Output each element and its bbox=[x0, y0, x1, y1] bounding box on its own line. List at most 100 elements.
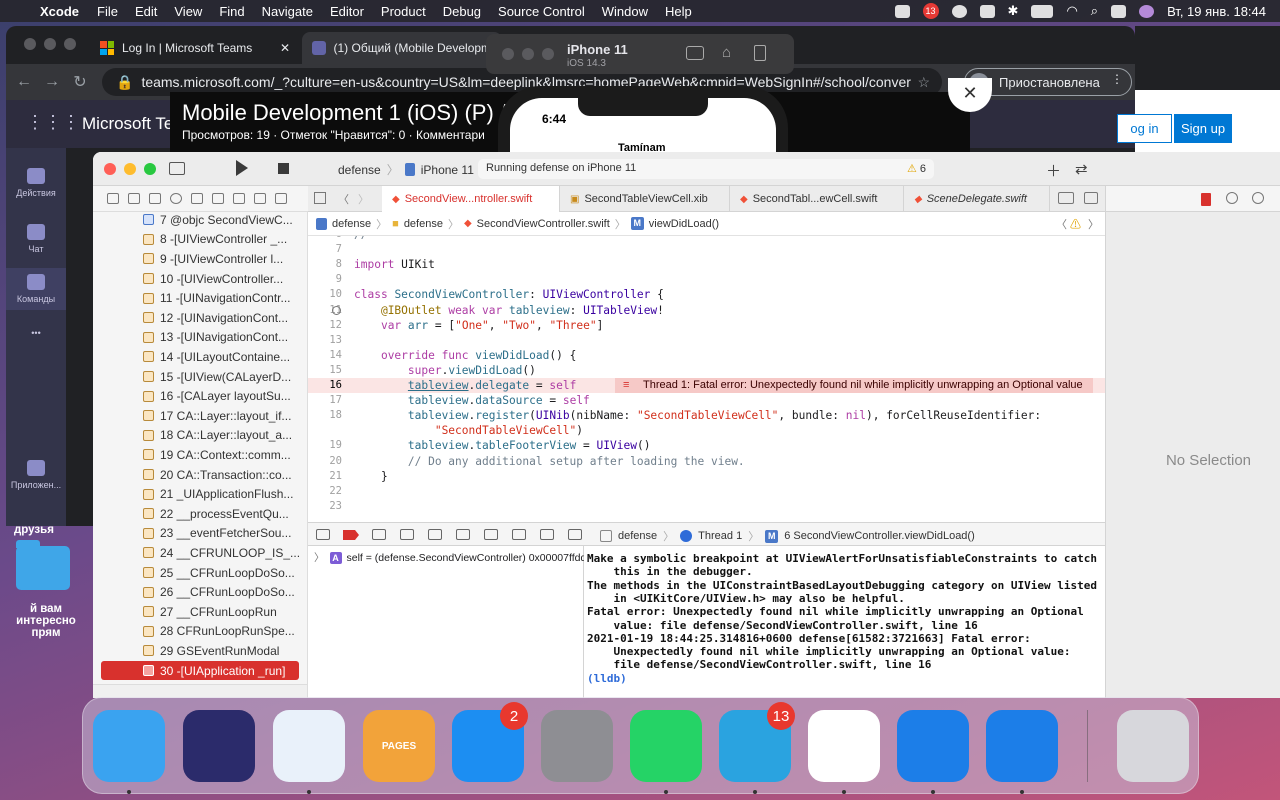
play-status-icon[interactable] bbox=[951, 4, 967, 18]
source-control-nav-icon[interactable] bbox=[128, 193, 140, 204]
editor-tab-scenedelegate[interactable]: ◆ SceneDelegate.swift bbox=[904, 186, 1050, 212]
line-number[interactable]: 13 bbox=[308, 333, 342, 348]
font-status-icon[interactable] bbox=[979, 4, 995, 18]
stack-frame-row[interactable]: 20 CA::Transaction::co... bbox=[93, 465, 307, 485]
desktop-label-folder[interactable]: й вам интересно прям bbox=[0, 603, 92, 639]
source-editor[interactable]: 6 // 78 import UIKit 910 class SecondViewCont… bbox=[308, 236, 1105, 522]
control-center-icon[interactable] bbox=[1111, 4, 1127, 18]
line-number[interactable]: 9 bbox=[308, 272, 342, 287]
jump-file[interactable]: SecondViewController.swift bbox=[477, 218, 610, 230]
grid-icon[interactable] bbox=[314, 192, 326, 204]
line-number[interactable]: 20 bbox=[308, 454, 342, 469]
stack-frame-row[interactable]: 27 __CFRunLoopRun bbox=[93, 602, 307, 622]
variable-row[interactable]: 〉 A self = (defense.SecondViewController… bbox=[314, 550, 595, 565]
stack-frame-row[interactable]: 30 -[UIApplication _run] bbox=[101, 660, 299, 681]
stop-button[interactable] bbox=[278, 163, 289, 174]
jump-project[interactable]: defense bbox=[332, 218, 371, 230]
code-line[interactable]: "SecondTableViewCell") bbox=[308, 423, 1105, 438]
add-icon[interactable]: ＋ bbox=[1046, 160, 1061, 181]
close-tab-icon[interactable]: ✕ bbox=[280, 41, 290, 55]
nav-forward-icon[interactable]: 〉 bbox=[358, 191, 369, 207]
code-line[interactable]: 20 // Do any additional setup after load… bbox=[308, 454, 1105, 469]
menu-editor[interactable]: Editor bbox=[330, 4, 364, 19]
line-number[interactable]: 10 bbox=[308, 287, 342, 302]
hide-debug-area-icon[interactable] bbox=[316, 529, 330, 540]
browser-tab-teams-general[interactable]: (1) Общий (Mobile Developme bbox=[302, 32, 502, 64]
editor-tab-xib[interactable]: ▣ SecondTableViewCell.xib bbox=[560, 186, 730, 212]
menu-find[interactable]: Find bbox=[219, 4, 244, 19]
code-line[interactable]: 13 bbox=[308, 333, 1105, 348]
teams-nav-teams[interactable]: Команды bbox=[6, 268, 66, 310]
step-into-icon[interactable] bbox=[428, 529, 442, 540]
console-output[interactable]: Make a symbolic breakpoint at UIViewAler… bbox=[584, 546, 1105, 698]
symbol-nav-icon[interactable] bbox=[149, 193, 161, 204]
error-annotation[interactable]: Thread 1: Fatal error: Unexpectedly foun… bbox=[615, 378, 1093, 393]
report-nav-icon[interactable] bbox=[275, 193, 287, 204]
line-number[interactable]: 12 bbox=[308, 318, 342, 333]
stack-frame-row[interactable]: 18 CA::Layer::layout_a... bbox=[93, 426, 307, 446]
editor-options-icon[interactable] bbox=[1058, 192, 1074, 204]
debug-frame[interactable]: 6 SecondViewController.viewDidLoad() bbox=[784, 530, 975, 542]
menu-navigate[interactable]: Navigate bbox=[262, 4, 313, 19]
menu-edit[interactable]: Edit bbox=[135, 4, 157, 19]
code-line[interactable]: 6 // bbox=[308, 236, 1105, 242]
stack-frame-row[interactable]: 28 CFRunLoopRunSpe... bbox=[93, 622, 307, 642]
line-number[interactable]: 23 bbox=[308, 499, 342, 514]
quick-help-icon[interactable] bbox=[1252, 192, 1264, 204]
view-debugger-icon[interactable] bbox=[484, 529, 498, 540]
issue-nav-prev-icon[interactable]: 〈 ⚠ bbox=[1056, 216, 1081, 232]
split-editor-icon[interactable] bbox=[1084, 192, 1098, 204]
stack-frame-row[interactable]: 22 __processEventQu... bbox=[93, 504, 307, 524]
warnings-indicator[interactable]: ⚠ 6 bbox=[907, 162, 926, 175]
line-number[interactable]: 17 bbox=[308, 393, 342, 408]
stack-frame-row[interactable]: 10 -[UIViewController... bbox=[93, 269, 307, 289]
forward-icon[interactable]: → bbox=[38, 73, 66, 91]
disclosure-icon[interactable]: 〉 bbox=[314, 550, 325, 565]
menu-product[interactable]: Product bbox=[381, 4, 426, 19]
line-number[interactable]: 22 bbox=[308, 484, 342, 499]
trash-icon[interactable] bbox=[1117, 710, 1189, 782]
stack-frame-row[interactable]: 12 -[UINavigationCont... bbox=[93, 308, 307, 328]
back-icon[interactable]: ← bbox=[10, 73, 38, 91]
stack-frame-row[interactable]: 17 CA::Layer::layout_if... bbox=[93, 406, 307, 426]
debug-thread[interactable]: Thread 1 bbox=[698, 530, 742, 542]
stack-frame-row[interactable]: 19 CA::Context::comm... bbox=[93, 445, 307, 465]
memory-graph-icon[interactable] bbox=[512, 529, 526, 540]
outlet-connection-icon[interactable] bbox=[332, 305, 341, 315]
menu-source-control[interactable]: Source Control bbox=[498, 4, 585, 19]
step-out-icon[interactable] bbox=[456, 529, 470, 540]
stack-frame-row[interactable]: 26 __CFRunLoopDoSo... bbox=[93, 582, 307, 602]
continue-icon[interactable] bbox=[372, 529, 386, 540]
find-nav-icon[interactable] bbox=[170, 193, 182, 204]
signup-button[interactable]: Sign up bbox=[1174, 114, 1232, 143]
menu-debug[interactable]: Debug bbox=[443, 4, 481, 19]
xcode-window-controls[interactable] bbox=[104, 163, 156, 175]
teams-nav-chat[interactable]: Чат bbox=[6, 224, 66, 254]
search-icon[interactable]: ⌕ bbox=[1091, 3, 1098, 19]
menu-file[interactable]: File bbox=[97, 4, 118, 19]
breakpoints-toggle-icon[interactable] bbox=[343, 530, 359, 540]
teams-nav-apps[interactable]: Приложен... bbox=[6, 460, 66, 490]
line-number[interactable]: 7 bbox=[308, 242, 342, 257]
simulator-icon[interactable] bbox=[986, 710, 1058, 782]
code-line[interactable]: 7 bbox=[308, 242, 1105, 257]
code-line[interactable]: 11 @IBOutlet weak var tableview: UITable… bbox=[308, 303, 1105, 318]
code-line[interactable]: 10 class SecondViewController: UIViewCont… bbox=[308, 287, 1105, 302]
settings-icon[interactable] bbox=[541, 710, 613, 782]
stack-frame-row[interactable]: 25 __CFRunLoopDoSo... bbox=[93, 563, 307, 583]
safari-icon[interactable] bbox=[273, 710, 345, 782]
login-button[interactable]: og in bbox=[1117, 114, 1172, 143]
jump-method[interactable]: viewDidLoad() bbox=[649, 218, 719, 230]
code-line[interactable]: 23 bbox=[308, 499, 1105, 514]
line-number[interactable]: 18 bbox=[308, 408, 342, 423]
swap-icon[interactable]: ⇄ bbox=[1075, 160, 1088, 178]
issue-nav-icon[interactable] bbox=[191, 193, 203, 204]
line-number[interactable]: 15 bbox=[308, 363, 342, 378]
stack-frame-row[interactable]: 8 -[UIViewController _... bbox=[93, 230, 307, 250]
location-icon[interactable] bbox=[568, 529, 582, 540]
stack-frame-row[interactable]: 13 -[UINavigationCont... bbox=[93, 328, 307, 348]
lldb-prompt[interactable]: (lldb) bbox=[587, 672, 627, 685]
run-button[interactable] bbox=[236, 160, 248, 176]
status-app-icon[interactable] bbox=[894, 4, 910, 18]
code-line[interactable]: 15 super.viewDidLoad() bbox=[308, 363, 1105, 378]
